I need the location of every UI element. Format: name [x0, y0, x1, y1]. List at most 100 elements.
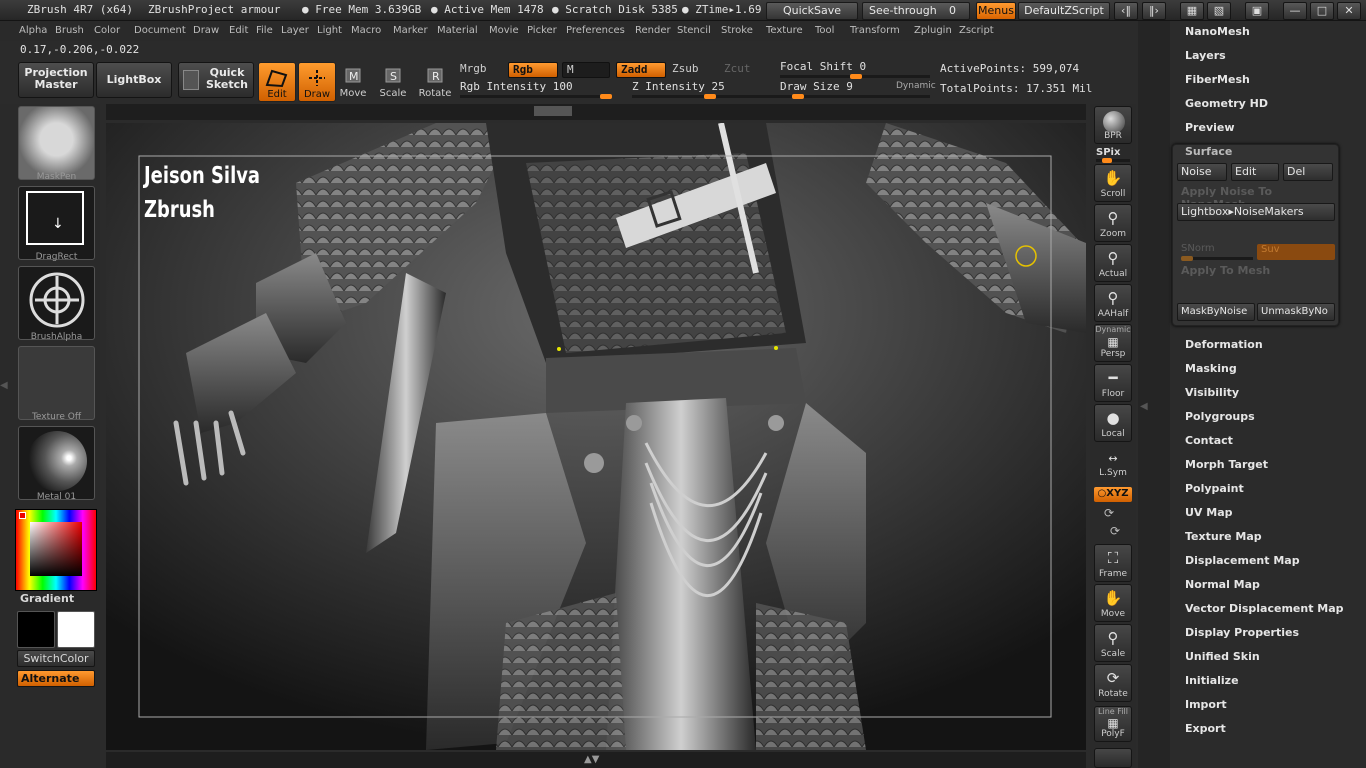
menu-movie[interactable]: Movie	[489, 25, 519, 36]
menu-picker[interactable]: Picker	[527, 25, 557, 36]
canvas-viewport[interactable]: Jeison Silva Zbrush	[106, 123, 1086, 750]
draw-size-slider[interactable]	[780, 94, 930, 99]
bpr-button[interactable]: BPR	[1094, 106, 1132, 144]
palette-item-morph-target[interactable]: Morph Target	[1185, 458, 1268, 471]
palette-item-vector-displacement-map[interactable]: Vector Displacement Map	[1185, 602, 1344, 615]
mask-by-noise-button[interactable]: MaskByNoise	[1177, 303, 1255, 321]
minimize-icon[interactable]: —	[1283, 2, 1307, 20]
layout-left-icon[interactable]: ‹‖	[1114, 2, 1138, 20]
lock-icon[interactable]: ▣	[1245, 2, 1269, 20]
menu-document[interactable]: Document	[134, 25, 186, 36]
alternate-button[interactable]: Alternate	[17, 670, 95, 687]
draw-mode-button[interactable]: Draw	[298, 62, 336, 102]
main-color-swatch[interactable]	[19, 512, 26, 519]
color-square[interactable]	[30, 522, 82, 576]
lightbox-noisemakers-button[interactable]: Lightbox▸NoiseMakers	[1177, 203, 1335, 221]
zsub-toggle[interactable]: Zsub	[668, 62, 716, 78]
palette-item-polygroups[interactable]: Polygroups	[1185, 410, 1255, 423]
rotate-view-button[interactable]: ⟳ Rotate	[1094, 664, 1132, 702]
surface-title[interactable]: Surface	[1185, 145, 1232, 158]
palette-item-display-properties[interactable]: Display Properties	[1185, 626, 1299, 639]
menu-stroke[interactable]: Stroke	[721, 25, 753, 36]
mrgb-toggle[interactable]: Mrgb	[456, 62, 504, 78]
zcut-toggle[interactable]: Zcut	[720, 62, 764, 78]
stroke-thumbnail[interactable]: ↓	[18, 186, 95, 260]
menu-tool[interactable]: Tool	[815, 25, 834, 36]
palette-item-initialize[interactable]: Initialize	[1185, 674, 1239, 687]
m-toggle[interactable]: M	[562, 62, 610, 78]
menu-texture[interactable]: Texture	[766, 25, 803, 36]
secondary-color-swatch[interactable]	[17, 611, 55, 648]
unmask-by-noise-button[interactable]: UnmaskByNo	[1257, 303, 1335, 321]
maximize-icon[interactable]: □	[1310, 2, 1334, 20]
snorm-slider[interactable]: SNorm	[1181, 243, 1215, 254]
spix-slider[interactable]	[1096, 158, 1130, 163]
menu-zscript[interactable]: Zscript	[959, 25, 994, 36]
rotate-y-icon[interactable]: ⟳	[1104, 506, 1114, 520]
quick-sketch-button[interactable]: Quick Sketch	[178, 62, 254, 98]
menu-zplugin[interactable]: Zplugin	[914, 25, 952, 36]
palette-item-normal-map[interactable]: Normal Map	[1185, 578, 1260, 591]
ui-layout-icon[interactable]: ▦	[1180, 2, 1204, 20]
bottom-tray-arrows-icon[interactable]: ▲▼	[584, 754, 599, 765]
palette-item-visibility[interactable]: Visibility	[1185, 386, 1239, 399]
dynamic-toggle[interactable]: Dynamic	[896, 81, 936, 91]
left-tray-collapse-icon[interactable]: ◀	[0, 380, 8, 391]
transp-button[interactable]	[1094, 748, 1132, 768]
palette-item-polypaint[interactable]: Polypaint	[1185, 482, 1244, 495]
menu-render[interactable]: Render	[635, 25, 671, 36]
actual-button[interactable]: ⚲ Actual	[1094, 244, 1132, 282]
noise-del-button[interactable]: Del	[1283, 163, 1333, 181]
document-scroll-handle[interactable]	[534, 106, 572, 116]
switch-color-button[interactable]: SwitchColor	[17, 650, 95, 667]
palette-item-uv-map[interactable]: UV Map	[1185, 506, 1233, 519]
lsym-button[interactable]: ↔ L.Sym	[1094, 448, 1132, 480]
palette-item-texture-map[interactable]: Texture Map	[1185, 530, 1262, 543]
frame-button[interactable]: ⛶ Frame	[1094, 544, 1132, 582]
zadd-toggle[interactable]: Zadd	[616, 62, 666, 78]
menu-brush[interactable]: Brush	[55, 25, 84, 36]
xyz-toggle[interactable]: ○XYZ	[1094, 487, 1132, 502]
menu-file[interactable]: File	[256, 25, 273, 36]
focal-shift-slider[interactable]	[780, 74, 930, 79]
rotate-mode-button[interactable]: R Rotate	[416, 62, 454, 102]
menu-preferences[interactable]: Preferences	[566, 25, 625, 36]
z-intensity-slider[interactable]	[632, 94, 782, 99]
menu-macro[interactable]: Macro	[351, 25, 381, 36]
palette-item-import[interactable]: Import	[1185, 698, 1227, 711]
floor-button[interactable]: ━ Floor	[1094, 364, 1132, 402]
palette-item-contact[interactable]: Contact	[1185, 434, 1233, 447]
tray-collapse-icon[interactable]: ◀	[1140, 401, 1148, 412]
menus-button[interactable]: Menus	[976, 2, 1016, 20]
alpha-thumbnail[interactable]	[18, 266, 95, 340]
noise-button[interactable]: Noise	[1177, 163, 1227, 181]
ui-colors-icon[interactable]: ▧	[1207, 2, 1231, 20]
menu-layer[interactable]: Layer	[281, 25, 309, 36]
close-icon[interactable]: ✕	[1337, 2, 1361, 20]
menu-edit[interactable]: Edit	[229, 25, 248, 36]
scale-mode-button[interactable]: S Scale	[374, 62, 412, 102]
local-button[interactable]: ● Local	[1094, 404, 1132, 442]
menu-stencil[interactable]: Stencil	[677, 25, 711, 36]
palette-item-export[interactable]: Export	[1185, 722, 1226, 735]
material-thumbnail[interactable]	[18, 426, 95, 500]
apply-to-mesh-button[interactable]: Apply To Mesh	[1181, 264, 1270, 277]
menu-material[interactable]: Material	[437, 25, 478, 36]
scale-view-button[interactable]: ⚲ Scale	[1094, 624, 1132, 662]
rgb-toggle[interactable]: Rgb	[508, 62, 558, 78]
noise-edit-button[interactable]: Edit	[1231, 163, 1279, 181]
palette-item-geometry-hd[interactable]: Geometry HD	[1185, 97, 1268, 110]
menu-alpha[interactable]: Alpha	[19, 25, 47, 36]
see-through-slider[interactable]: See-through 0	[862, 2, 970, 20]
menu-color[interactable]: Color	[94, 25, 120, 36]
rgb-intensity-slider[interactable]	[460, 94, 612, 99]
move-view-button[interactable]: ✋ Move	[1094, 584, 1132, 622]
quicksave-button[interactable]: QuickSave	[766, 2, 858, 20]
primary-color-swatch[interactable]	[57, 611, 95, 648]
color-picker[interactable]	[15, 509, 97, 591]
menu-draw[interactable]: Draw	[193, 25, 219, 36]
menu-marker[interactable]: Marker	[393, 25, 428, 36]
default-zscript-button[interactable]: DefaultZScript	[1018, 2, 1110, 20]
palette-item-masking[interactable]: Masking	[1185, 362, 1237, 375]
layout-right-icon[interactable]: ‖›	[1142, 2, 1166, 20]
